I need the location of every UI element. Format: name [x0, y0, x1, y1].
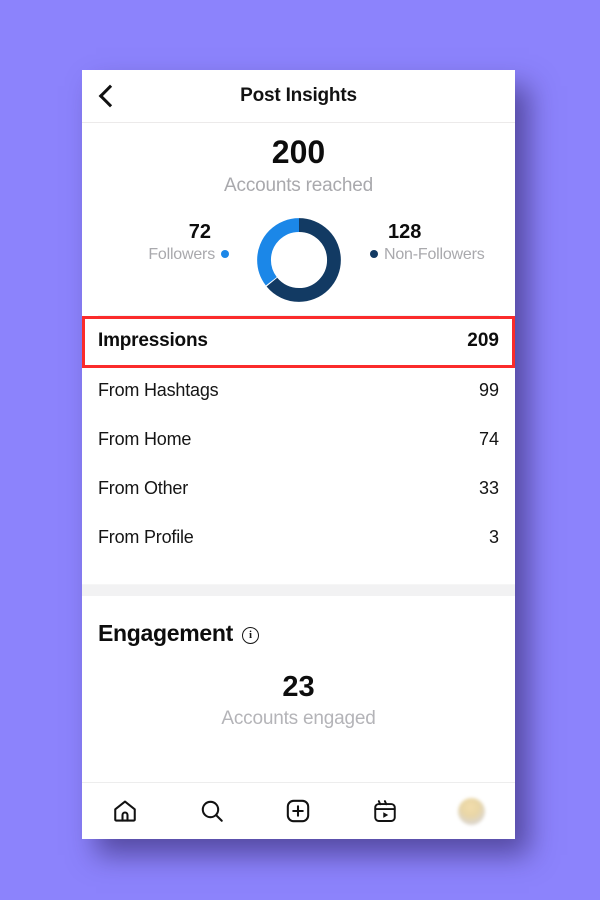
nav-profile-button[interactable]	[449, 791, 495, 831]
page-title: Post Insights	[240, 85, 357, 106]
accounts-engaged-value: 23	[282, 671, 315, 704]
accounts-reached-value: 200	[271, 134, 326, 170]
donut-chart-svg	[256, 218, 341, 303]
nav-reels-button[interactable]	[362, 791, 408, 831]
engagement-section: Engagement i 23 Accounts engaged	[82, 596, 515, 730]
row-value: 33	[478, 478, 499, 499]
accounts-engaged-label: Accounts engaged	[221, 708, 376, 730]
row-label: From Home	[98, 429, 192, 450]
search-icon	[201, 800, 223, 822]
impressions-section: Impressions 209 From Hashtags 99 From Ho…	[82, 316, 515, 562]
row-value: 99	[478, 380, 499, 401]
row-label: From Profile	[98, 527, 194, 548]
nav-search-button[interactable]	[189, 791, 235, 831]
add-post-icon	[287, 799, 310, 823]
row-label: From Other	[98, 478, 189, 499]
impressions-total: 209	[467, 330, 499, 352]
engagement-header: Engagement i	[82, 620, 515, 647]
engagement-title: Engagement	[98, 620, 234, 647]
legend-followers-label: Followers	[94, 246, 229, 264]
legend-followers-value: 72	[188, 221, 211, 244]
followers-color-dot-icon	[221, 249, 229, 258]
row-value: 74	[478, 429, 499, 450]
accounts-reached-section: 200 Accounts reached 72 Followers 128 No…	[82, 123, 515, 317]
section-separator	[82, 584, 515, 597]
reach-breakdown-chart: 72 Followers 128 Non-Followers	[82, 205, 515, 315]
nav-home-button[interactable]	[102, 791, 148, 831]
bottom-navigation-bar	[82, 782, 515, 839]
app-header: Post Insights	[82, 70, 515, 123]
table-row[interactable]: From Profile 3	[82, 513, 515, 562]
legend-nonfollowers-text: Non-Followers	[384, 246, 485, 264]
impressions-title: Impressions	[98, 330, 208, 352]
legend-followers-text: Followers	[148, 246, 215, 264]
row-value: 3	[488, 527, 499, 548]
legend-followers: 72 Followers	[94, 221, 229, 264]
reels-icon	[374, 800, 396, 822]
nonfollowers-color-dot-icon	[370, 249, 378, 258]
table-row[interactable]: From Home 74	[82, 415, 515, 464]
home-icon	[114, 800, 137, 822]
legend-nonfollowers-value: 128	[388, 221, 422, 244]
row-label: From Hashtags	[98, 380, 219, 401]
impressions-header-row[interactable]: Impressions 209	[82, 316, 515, 366]
table-row[interactable]: From Other 33	[82, 464, 515, 513]
accounts-reached-label: Accounts reached	[224, 175, 373, 197]
profile-avatar	[458, 797, 486, 825]
legend-nonfollowers: 128 Non-Followers	[370, 221, 505, 264]
back-button[interactable]	[91, 79, 125, 113]
info-circle-icon[interactable]: i	[242, 627, 260, 645]
table-row[interactable]: From Hashtags 99	[82, 366, 515, 415]
chevron-left-icon	[98, 84, 122, 108]
legend-nonfollowers-label: Non-Followers	[370, 246, 505, 264]
post-insights-card: Post Insights 200 Accounts reached 72 Fo…	[82, 70, 515, 839]
nav-create-button[interactable]	[275, 791, 321, 831]
